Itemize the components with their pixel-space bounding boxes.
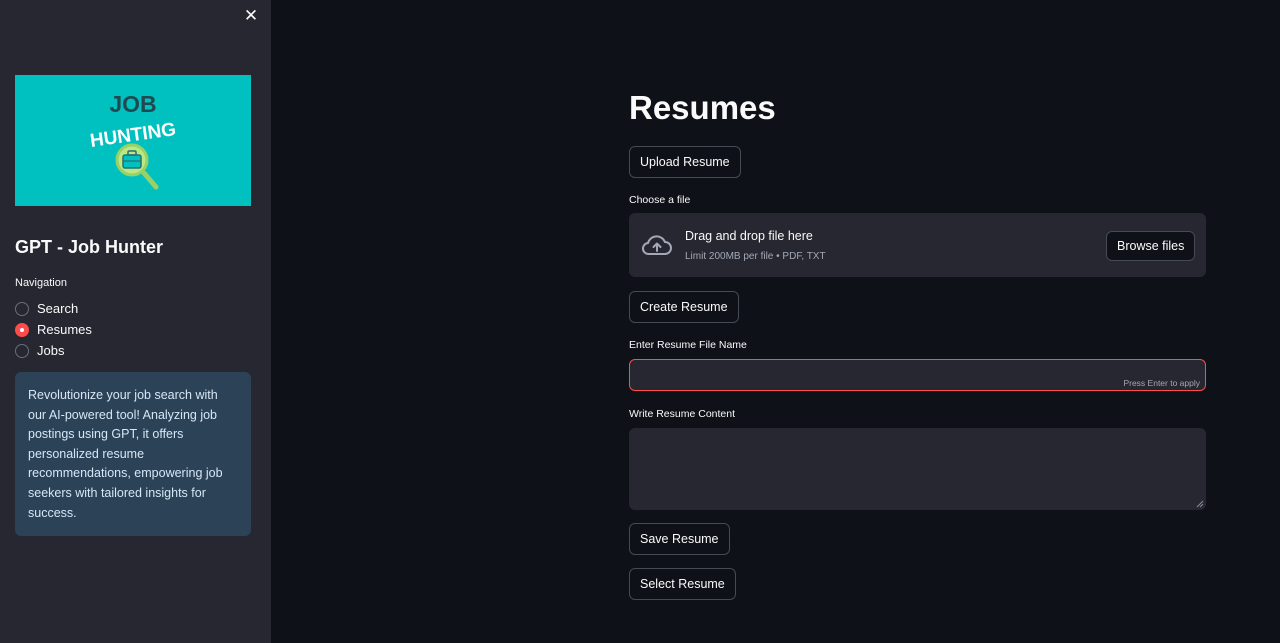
logo-graphic: JOB HUNTING: [89, 91, 177, 190]
app-title: GPT - Job Hunter: [15, 237, 163, 257]
radio-jobs[interactable]: [15, 343, 29, 358]
dropzone-title: Drag and drop file here: [685, 229, 813, 243]
nav-item-jobs[interactable]: Jobs: [15, 340, 92, 361]
resume-content-textarea[interactable]: [629, 428, 1206, 510]
browse-files-button[interactable]: Browse files: [1106, 231, 1196, 261]
save-resume-button[interactable]: Save Resume: [629, 523, 730, 555]
navigation-label: Navigation: [15, 277, 67, 289]
job-hunting-logo: JOB HUNTING: [15, 75, 251, 206]
dropzone-limit-text: Limit 200MB per file • PDF, TXT: [685, 251, 826, 262]
create-resume-button[interactable]: Create Resume: [629, 291, 739, 323]
logo-line1: JOB: [109, 91, 156, 117]
close-sidebar-button[interactable]: ✕: [241, 6, 261, 26]
info-box: Revolutionize your job search with our A…: [15, 372, 251, 536]
navigation-radio-group: Search Resumes Jobs: [15, 298, 92, 361]
nav-item-label: Search: [37, 301, 79, 316]
radio-resumes[interactable]: [15, 322, 29, 337]
magnifier-briefcase-icon: [115, 143, 159, 190]
nav-item-label: Resumes: [37, 322, 92, 337]
file-dropzone[interactable]: Drag and drop file here Limit 200MB per …: [629, 213, 1206, 277]
nav-item-resumes[interactable]: Resumes: [15, 319, 92, 340]
page-title: Resumes: [629, 89, 776, 126]
upload-resume-button[interactable]: Upload Resume: [629, 146, 741, 178]
close-icon: ✕: [243, 6, 259, 25]
select-resume-button[interactable]: Select Resume: [629, 568, 736, 600]
press-enter-hint: Press Enter to apply: [1123, 378, 1200, 388]
cloud-upload-icon: [642, 235, 672, 255]
content-label: Write Resume Content: [629, 408, 736, 420]
resize-handle-icon[interactable]: [1196, 500, 1204, 508]
nav-item-search[interactable]: Search: [15, 298, 92, 319]
file-uploader-label: Choose a file: [629, 194, 691, 206]
nav-item-label: Jobs: [37, 343, 65, 358]
file-name-label: Enter Resume File Name: [629, 339, 747, 351]
radio-search[interactable]: [15, 301, 29, 316]
sidebar: ✕ JOB HUNTING GPT - Job Hunter Navigatio…: [0, 0, 271, 643]
resume-file-name-input[interactable]: Press Enter to apply: [629, 359, 1206, 391]
